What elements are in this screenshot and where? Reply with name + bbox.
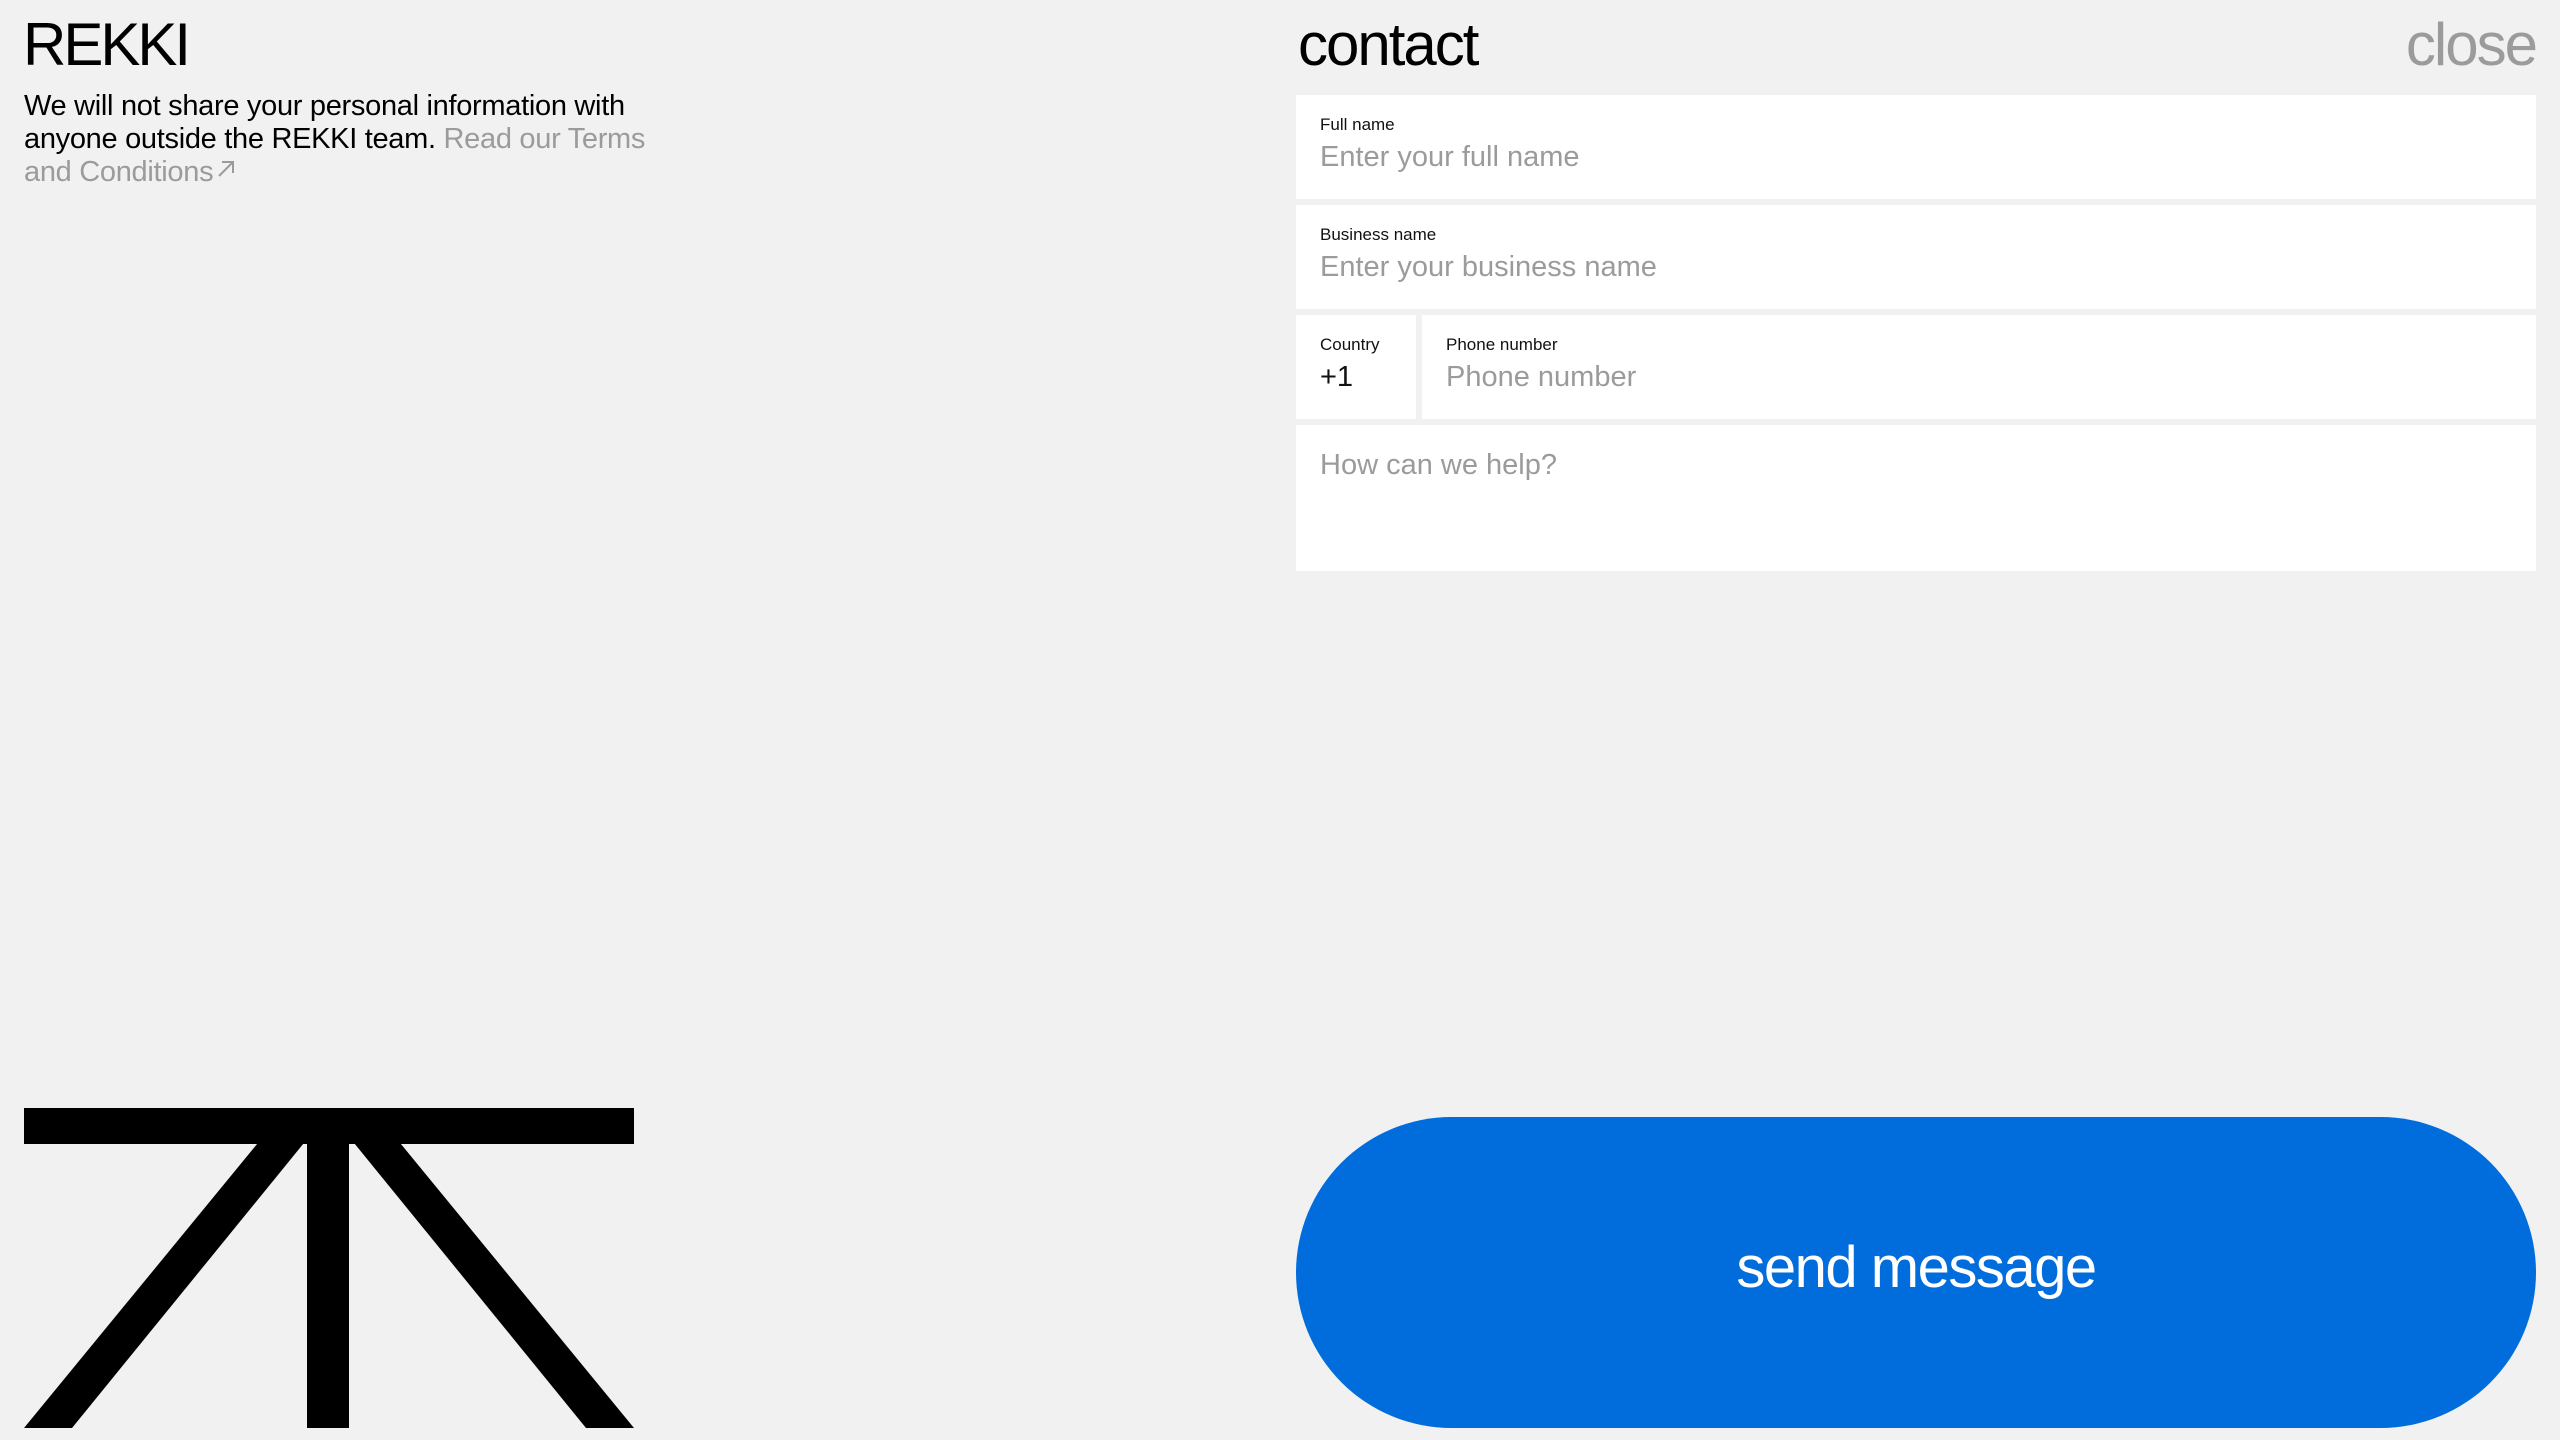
business-name-input[interactable] — [1320, 247, 2512, 287]
rekki-logo[interactable]: REKKI — [23, 10, 191, 80]
country-label: Country — [1320, 335, 1380, 354]
contact-page: REKKI We will not share your personal in… — [0, 0, 2560, 1440]
country-code-value[interactable]: +1 — [1320, 357, 1392, 397]
close-button[interactable]: close — [2406, 10, 2538, 80]
rekki-mark-icon — [24, 1108, 634, 1428]
contact-form: Full name Business name Country +1 Phone… — [1296, 95, 2536, 571]
help-message-field[interactable] — [1296, 425, 2536, 571]
page-title: contact — [1298, 11, 1479, 78]
business-name-field[interactable]: Business name — [1296, 205, 2536, 309]
full-name-input[interactable] — [1320, 137, 2512, 177]
phone-number-label: Phone number — [1446, 335, 1558, 354]
full-name-field[interactable]: Full name — [1296, 95, 2536, 199]
phone-number-field[interactable]: Phone number — [1422, 315, 2536, 419]
help-message-textarea[interactable] — [1320, 447, 2512, 549]
send-message-button[interactable]: send message — [1296, 1117, 2536, 1428]
arrow-up-right-icon — [218, 161, 235, 177]
phone-number-input[interactable] — [1446, 357, 2512, 397]
country-code-field[interactable]: Country +1 — [1296, 315, 1416, 419]
business-name-label: Business name — [1320, 225, 1437, 244]
full-name-label: Full name — [1320, 115, 1395, 134]
privacy-notice: We will not share your personal informat… — [24, 90, 664, 189]
phone-row: Country +1 Phone number — [1296, 315, 2536, 419]
